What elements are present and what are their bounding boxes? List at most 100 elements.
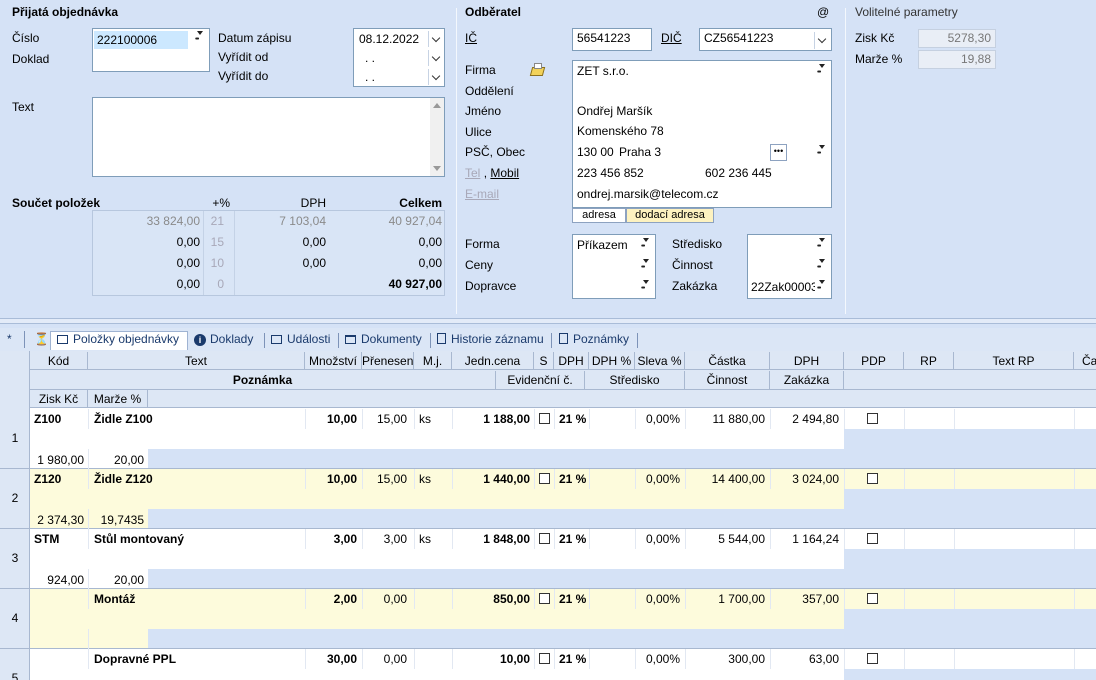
tab-doklady[interactable]: i Doklady [194,329,253,350]
tel-input[interactable]: 223 456 852 [577,166,644,180]
col-preneseno[interactable]: Přenesen [362,352,414,370]
tab-star[interactable]: * [7,329,12,350]
cell-mj[interactable]: ks [419,472,449,486]
checkbox-pdp[interactable] [867,593,878,604]
cell-zisk[interactable]: 1 980,00 [30,453,84,467]
col-dph-sazba[interactable]: DPH [554,352,589,370]
cell-text[interactable]: Židle Z100 [94,412,304,426]
cell-text[interactable]: Dopravné PPL [94,652,304,666]
cell-mnozstvi[interactable]: 10,00 [305,472,357,486]
col-mnozstvi[interactable]: Množství [305,352,362,370]
col-mj[interactable]: M.j. [414,352,452,370]
dic-dropdown-icon[interactable] [814,32,830,49]
col-stredisko[interactable]: Středisko [585,371,685,389]
cell-preneseno[interactable]: 3,00 [362,532,407,546]
cislo-input[interactable]: 222100006 [94,31,188,49]
psc-select-button[interactable] [816,144,829,162]
scroll-up-icon[interactable] [433,103,441,108]
ceny-select-button[interactable] [640,258,653,276]
col-kod[interactable]: Kód [30,352,88,370]
cinnost-select-button[interactable] [816,258,829,276]
cell-sleva[interactable]: 0,00% [635,652,680,666]
cell-jedn-cena[interactable]: 10,00 [452,652,530,666]
scroll-down-icon[interactable] [433,166,441,171]
vyridit-od-dropdown-icon[interactable] [428,50,444,66]
tel-label[interactable]: Tel [465,166,480,180]
col-zakazka[interactable]: Zakázka [770,371,844,389]
cell-sleva[interactable]: 0,00% [635,592,680,606]
checkbox-pdp[interactable] [867,473,878,484]
cell-preneseno[interactable]: 15,00 [362,412,407,426]
email-at-icon[interactable]: @ [817,5,829,19]
cell-castka[interactable]: 5 544,00 [685,532,765,546]
table-row[interactable]: Z100 Židle Z100 10,00 15,00 ks 1 188,00 21 % 0,… [30,409,1096,469]
obec-input[interactable]: Praha 3 [619,145,661,159]
checkbox-pdp[interactable] [867,413,878,424]
row-number[interactable]: 3 [0,551,30,565]
col-jedn-cena[interactable]: Jedn.cena [452,352,534,370]
tab-poznamky[interactable]: Poznámky [559,329,629,350]
panel-splitter[interactable] [0,318,1096,324]
col-rp[interactable]: RP [904,352,954,370]
cell-dph[interactable]: 357,00 [770,592,839,606]
firma-input[interactable]: ZET s.r.o. [577,64,629,78]
dic-label[interactable]: DIČ [661,31,682,45]
cell-jedn-cena[interactable]: 1 188,00 [452,412,530,426]
cell-sleva[interactable]: 0,00% [635,472,680,486]
folder-icon[interactable] [529,62,547,78]
email-label[interactable]: E-mail [465,187,499,201]
checkbox-s[interactable] [539,653,550,664]
cell-jedn-cena[interactable]: 1 848,00 [452,532,530,546]
col-marze[interactable]: Marže % [88,390,148,408]
cell-zisk[interactable]: 2 374,30 [30,513,84,527]
cislo-field[interactable]: 222100006 [92,28,210,72]
datum-dropdown-icon[interactable] [428,31,444,47]
table-row[interactable]: STM Stůl montovaný 3,00 3,00 ks 1 848,00 21 % 0… [30,529,1096,589]
cell-dph-sazba[interactable]: 21 % [559,472,591,486]
cell-marze[interactable]: 20,00 [88,573,144,587]
cell-text[interactable]: Židle Z120 [94,472,304,486]
cell-preneseno[interactable]: 0,00 [362,652,407,666]
cislo-select-button[interactable] [194,30,207,48]
mobil-label[interactable]: Mobil [490,166,519,180]
zakazka-select-button[interactable] [816,279,829,297]
table-row[interactable]: Dopravné PPL 30,00 0,00 10,00 21 % 0,00% 300,0… [30,649,1096,680]
cell-mnozstvi[interactable]: 10,00 [305,412,357,426]
cell-dph-sazba[interactable]: 21 % [559,592,591,606]
cell-castka[interactable]: 11 880,00 [685,412,766,426]
psc-input[interactable]: 130 00 [577,145,614,159]
cell-mnozstvi[interactable]: 2,00 [305,592,357,606]
jmeno-input[interactable]: Ondřej Maršík [577,104,652,118]
checkbox-pdp[interactable] [867,533,878,544]
ulice-input[interactable]: Komenského 78 [577,124,664,138]
col-pdp[interactable]: PDP [844,352,904,370]
cell-preneseno[interactable]: 0,00 [362,592,407,606]
cell-dph[interactable]: 2 494,80 [770,412,839,426]
datum-input[interactable]: 08.12.2022 [359,32,419,46]
cell-text[interactable]: Montáž [94,592,304,606]
table-row[interactable]: Montáž 2,00 0,00 850,00 21 % 0,00% 1 700,00 357… [30,589,1096,649]
cell-sleva[interactable]: 0,00% [635,532,680,546]
col-dph[interactable]: DPH [770,352,844,370]
forma-input[interactable]: Příkazem [577,238,628,252]
cell-marze[interactable]: 20,00 [88,453,144,467]
cell-jedn-cena[interactable]: 1 440,00 [452,472,530,486]
cell-zisk[interactable]: 924,00 [30,573,84,587]
col-text[interactable]: Text [88,352,305,370]
stredisko-select-button[interactable] [816,237,829,255]
tab-dokumenty[interactable]: Dokumenty [345,329,422,350]
col-cinnost[interactable]: Činnost [685,371,770,389]
row-number[interactable]: 2 [0,491,30,505]
checkbox-s[interactable] [539,473,550,484]
vyridit-do-dropdown-icon[interactable] [428,69,444,85]
cell-mj[interactable]: ks [419,532,449,546]
forma-select-button[interactable] [640,237,653,255]
dopravce-select-button[interactable] [640,279,653,297]
cell-text[interactable]: Stůl montovaný [94,532,304,546]
obec-lookup-button[interactable]: ••• [770,144,787,161]
cell-dph-sazba[interactable]: 21 % [559,412,591,426]
row-number[interactable]: 5 [0,671,30,680]
dic-input[interactable]: CZ56541223 [699,28,832,51]
ic-input[interactable]: 56541223 [572,28,652,51]
table-row[interactable]: Z120 Židle Z120 10,00 15,00 ks 1 440,00 21 % 0,… [30,469,1096,529]
